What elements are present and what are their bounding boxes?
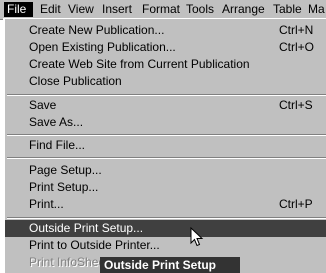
menu-table-label: Table <box>273 2 302 16</box>
menu-item-label: Print Setup... <box>29 180 99 194</box>
tooltip: Outside Print Setup <box>100 257 240 273</box>
menu-item-save-as[interactable]: Save As... <box>5 114 326 131</box>
menu-item-label: Print... <box>29 197 64 211</box>
menu-item-print[interactable]: Print... Ctrl+P <box>5 196 326 213</box>
menu-insert-label: Insert <box>102 2 133 16</box>
screen: File Edit View Insert Format Tools Arran… <box>0 0 326 273</box>
menu-item-label: Find File... <box>29 138 86 152</box>
menu-format[interactable]: Format <box>139 2 183 17</box>
menu-item-page-setup[interactable]: Page Setup... <box>5 162 326 179</box>
menu-item-save[interactable]: Save Ctrl+S <box>5 97 326 114</box>
menu-item-outside-print-setup[interactable]: Outside Print Setup... <box>5 220 326 237</box>
menu-table[interactable]: Table <box>270 2 305 17</box>
menu-format-label: Format <box>142 2 181 16</box>
menu-arrange-label: Arrange <box>222 2 265 16</box>
menu-tools[interactable]: Tools <box>183 2 217 17</box>
menu-item-create-new-publication[interactable]: Create New Publication... Ctrl+N <box>5 22 326 39</box>
menu-view[interactable]: View <box>65 2 97 17</box>
menu-insert[interactable]: Insert <box>99 2 135 17</box>
menu-item-print-to-outside-printer[interactable]: Print to Outside Printer... <box>5 237 326 254</box>
menu-item-shortcut: Ctrl+S <box>279 98 313 112</box>
menu-edit[interactable]: Edit <box>37 2 64 17</box>
menu-item-shortcut: Ctrl+N <box>279 23 314 37</box>
menu-separator <box>7 94 326 96</box>
menu-tools-label: Tools <box>186 2 215 16</box>
menu-item-label: Page Setup... <box>29 163 102 177</box>
menu-item-find-file[interactable]: Find File... <box>5 137 326 154</box>
menu-item-label: Print to Outside Printer... <box>29 238 160 252</box>
menu-item-label: Open Existing Publication... <box>29 40 176 54</box>
menu-item-close-publication[interactable]: Close Publication <box>5 73 326 90</box>
menu-ma-label: Ma <box>308 2 325 16</box>
menu-separator <box>7 134 326 136</box>
menu-item-label: Print InfoSheet <box>29 255 109 269</box>
menu-item-shortcut: Ctrl+O <box>279 40 315 54</box>
menu-item-open-existing-publication[interactable]: Open Existing Publication... Ctrl+O <box>5 39 326 56</box>
menu-item-create-web-site[interactable]: Create Web Site from Current Publication <box>5 56 326 73</box>
menu-item-print-setup[interactable]: Print Setup... <box>5 179 326 196</box>
menu-bar: File Edit View Insert Format Tools Arran… <box>0 0 326 20</box>
mouse-pointer-icon <box>190 227 204 247</box>
menu-item-label: Create New Publication... <box>29 23 165 37</box>
menu-file-label: File <box>7 2 27 16</box>
menu-item-label: Close Publication <box>29 74 122 88</box>
menu-view-label: View <box>68 2 94 16</box>
menu-item-label: Create Web Site from Current Publication <box>29 57 250 71</box>
menu-separator <box>7 157 326 159</box>
menu-edit-label: Edit <box>40 2 61 16</box>
menu-file[interactable]: File <box>4 2 33 17</box>
file-dropdown-menu: Create New Publication... Ctrl+N Open Ex… <box>3 18 326 273</box>
menu-separator <box>7 217 326 219</box>
menu-item-label: Save <box>29 98 57 112</box>
menu-item-label: Save As... <box>29 115 84 129</box>
menu-ma[interactable]: Ma <box>305 2 326 17</box>
menu-item-label: Outside Print Setup... <box>29 221 144 235</box>
menu-arrange[interactable]: Arrange <box>219 2 268 17</box>
menu-item-shortcut: Ctrl+P <box>279 197 313 211</box>
